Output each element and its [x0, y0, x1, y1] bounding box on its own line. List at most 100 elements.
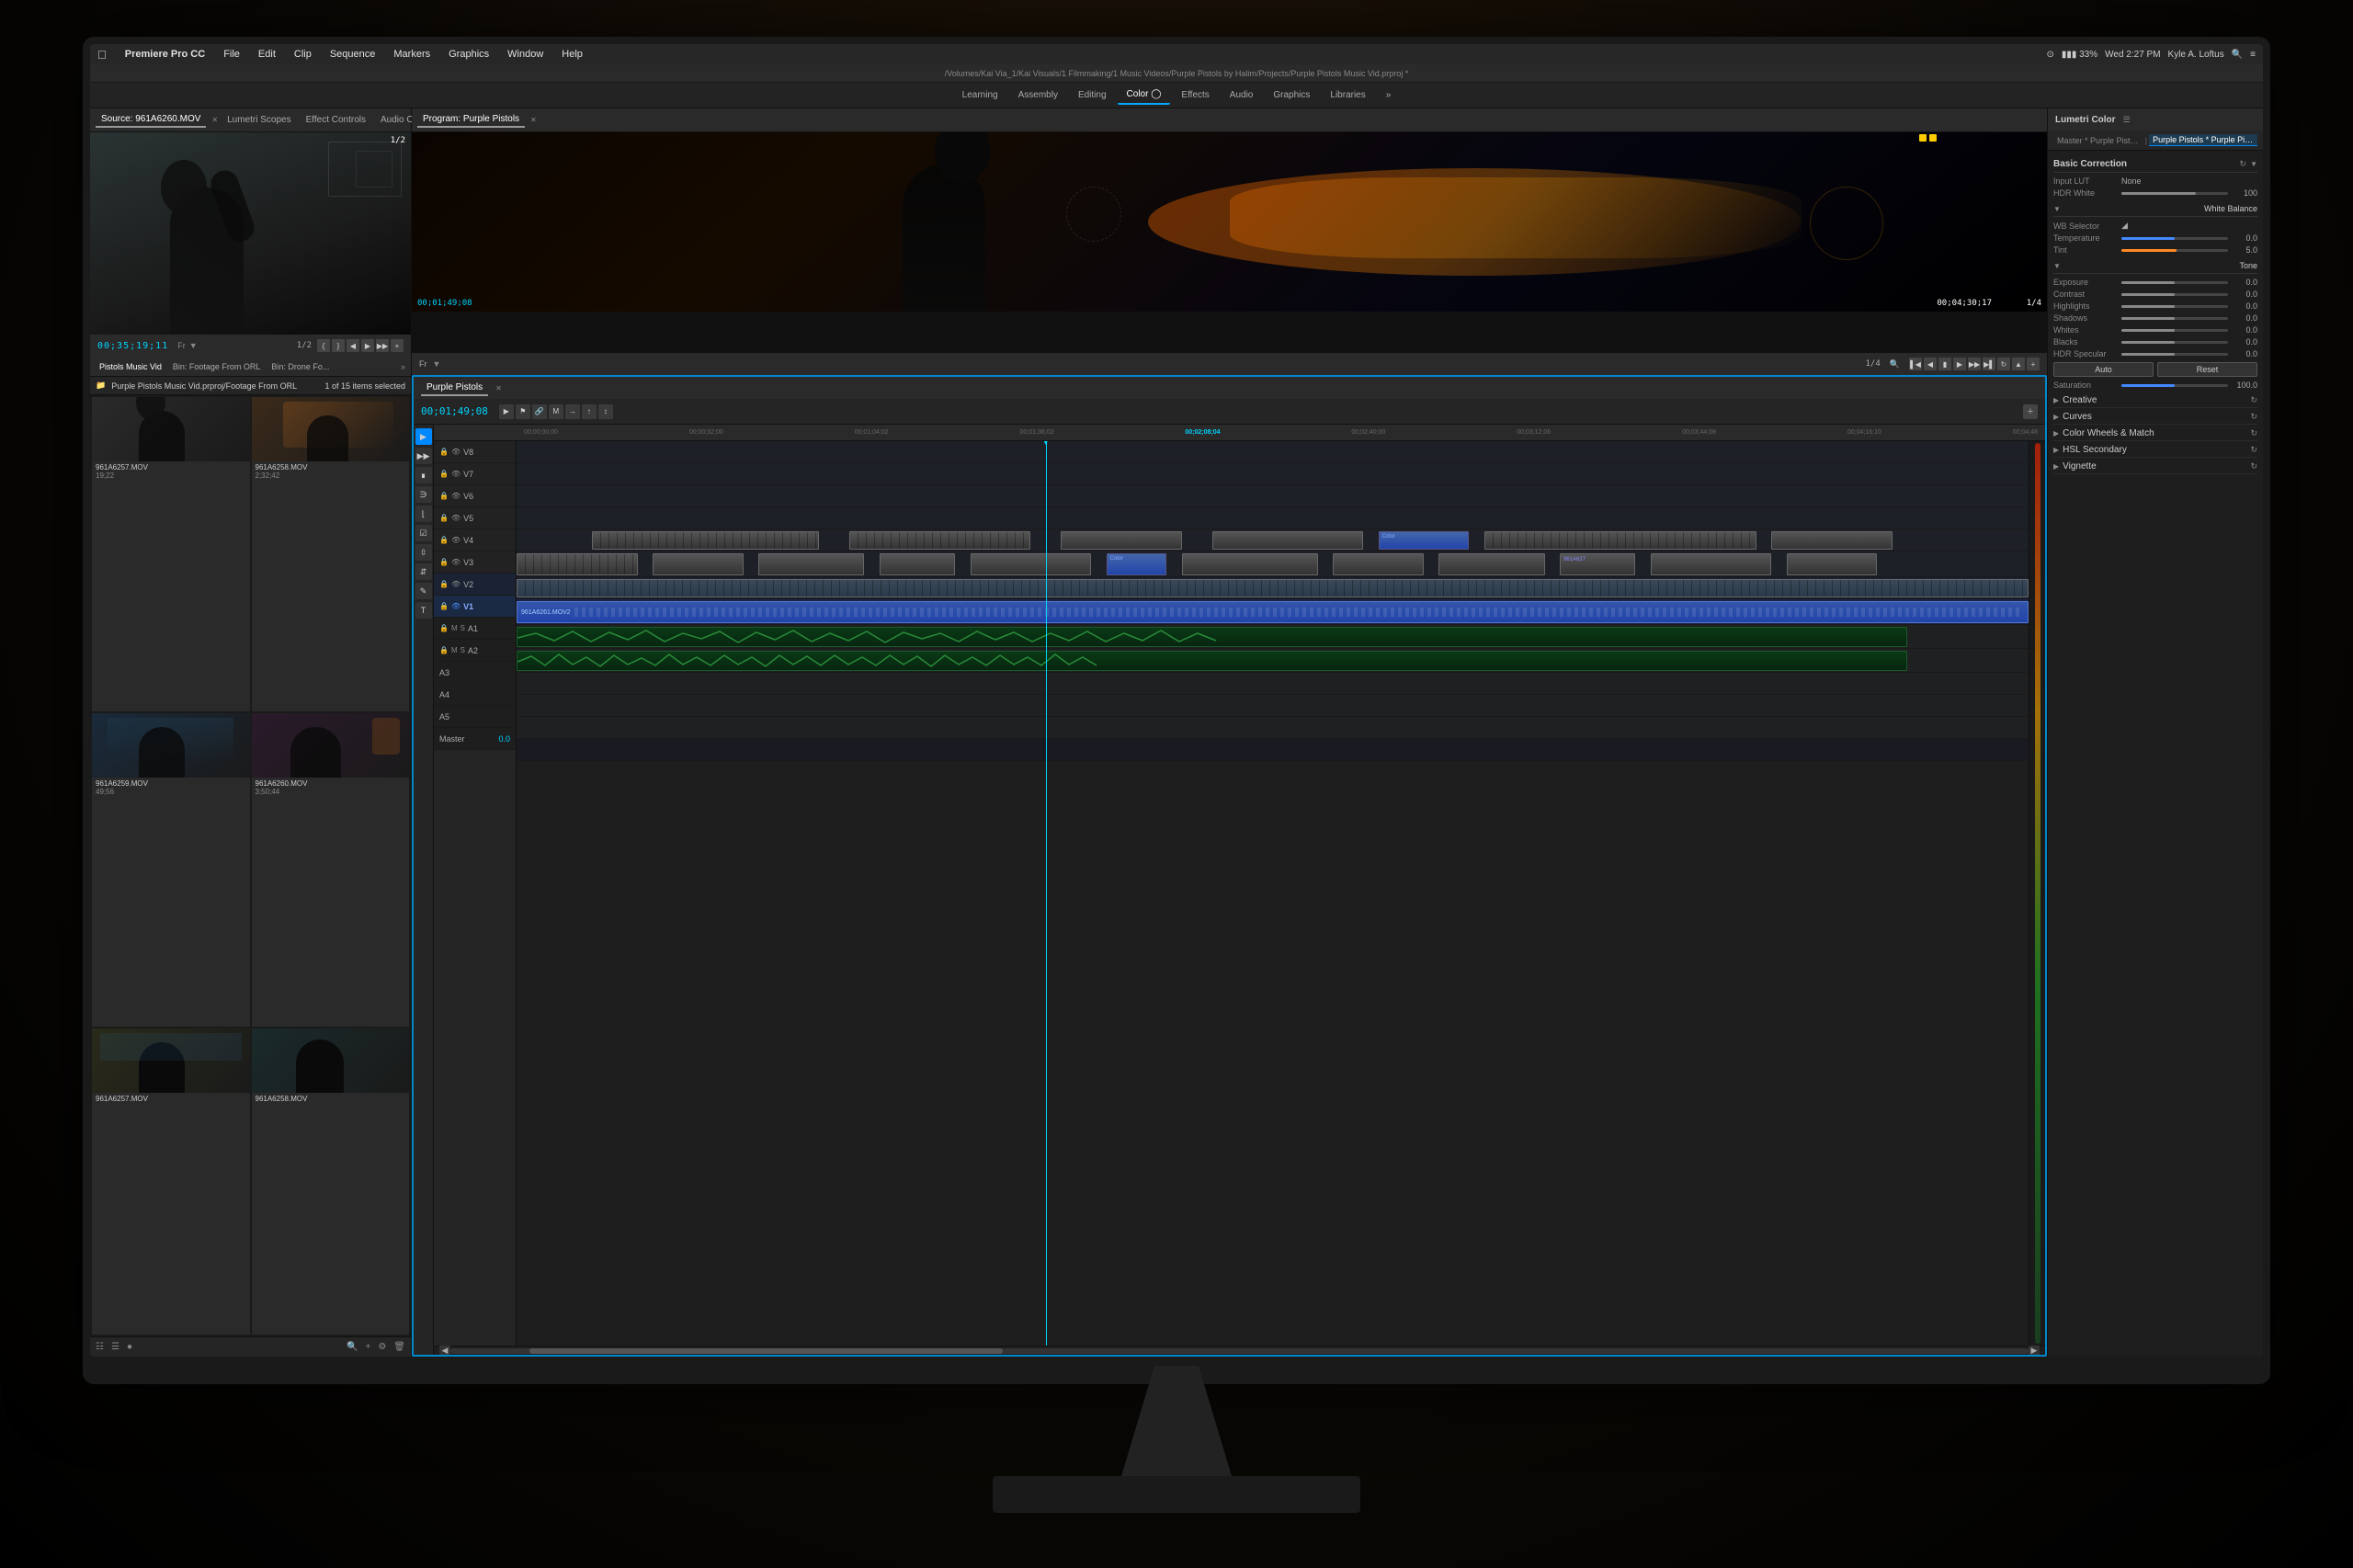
track-lock-v6[interactable]: 🔒 [439, 492, 449, 500]
track-eye-v2[interactable]: 👁 [451, 580, 460, 588]
lumetri-section-creative[interactable]: ▶ Creative ↻ [2053, 393, 2257, 408]
track-lock-v7[interactable]: 🔒 [439, 470, 449, 478]
track-mute-a1[interactable]: M [451, 624, 458, 632]
source-btn-mark-out[interactable]: } [332, 339, 345, 352]
track-row-a1[interactable] [517, 625, 2029, 649]
source-tab-close[interactable]: ✕ [211, 116, 218, 124]
source-btn-play[interactable]: ▶ [361, 339, 374, 352]
highlights-slider[interactable] [2121, 305, 2228, 308]
lumetri-section-hsl[interactable]: ▶ HSL Secondary ↻ [2053, 443, 2257, 458]
bin-tab-drone[interactable]: Bin: Drone Fo... [267, 361, 333, 372]
tool-slip[interactable]: ⇳ [415, 544, 432, 561]
tl-tool-extract[interactable]: ↕ [598, 404, 613, 419]
clip-v4-2[interactable] [849, 531, 1030, 550]
tl-tool-link[interactable]: 🔗 [532, 404, 547, 419]
source-btn-prev[interactable]: ◀ [347, 339, 359, 352]
track-eye-v8[interactable]: 👁 [451, 448, 460, 456]
whites-slider[interactable] [2121, 329, 2228, 332]
curves-reset[interactable]: ↻ [2250, 412, 2257, 422]
clip-v3-9[interactable]: 961A627 [1560, 553, 1635, 575]
whites-value[interactable]: 0.0 [2232, 325, 2257, 335]
source-transport-btns[interactable]: { } ◀ ▶ ▶▶ + [317, 339, 404, 352]
clip-v4-3[interactable] [1061, 531, 1182, 550]
prog-btn-add[interactable]: + [2027, 358, 2040, 370]
clip-v3-4[interactable] [880, 553, 955, 575]
track-eye-v6[interactable]: 👁 [451, 492, 460, 500]
clip-v2-main[interactable] [517, 579, 2029, 597]
scroll-left-btn[interactable]: ◀ [439, 1346, 450, 1356]
source-fps-chevron[interactable]: ▼ [189, 341, 198, 350]
menu-search-icon[interactable]: 🔍 [2232, 50, 2243, 60]
lumetri-section-colorwheels[interactable]: ▶ Color Wheels & Match ↻ [2053, 426, 2257, 441]
bin-tab-footage[interactable]: Bin: Footage From ORL [169, 361, 265, 372]
timeline-scroll[interactable]: ◀ ▶ [434, 1346, 2045, 1355]
scroll-thumb[interactable] [529, 1348, 1003, 1354]
menu-window[interactable]: Window [504, 49, 547, 60]
input-lut-value[interactable]: None [2121, 176, 2257, 186]
auto-btn[interactable]: Auto [2053, 362, 2154, 377]
tool-slide[interactable]: ⇵ [415, 563, 432, 580]
tab-learning[interactable]: Learning [953, 86, 1007, 104]
tl-tool-insert[interactable]: → [565, 404, 580, 419]
source-btn-add[interactable]: + [391, 339, 404, 352]
hdr-specular-value[interactable]: 0.0 [2232, 349, 2257, 358]
track-eye-v1[interactable]: 👁 [451, 602, 460, 610]
reset-icon[interactable]: ↻ [2240, 159, 2247, 169]
lumetri-section-vignette[interactable]: ▶ Vignette ↻ [2053, 460, 2257, 474]
footer-meta-icon[interactable]: ● [127, 1342, 132, 1352]
track-mute-a2[interactable]: M [451, 646, 458, 654]
tl-tool-lift[interactable]: ↑ [582, 404, 597, 419]
prog-btn-stop[interactable]: ▮ [1938, 358, 1951, 370]
exposure-slider[interactable] [2121, 281, 2228, 284]
track-row-a2[interactable] [517, 649, 2029, 673]
tl-timecode[interactable]: 00;01;49;08 [421, 405, 488, 417]
lumetri-menu-icon[interactable]: ☰ [2123, 115, 2131, 125]
prog-btn-play[interactable]: ▶ [1953, 358, 1966, 370]
menu-sequence[interactable]: Sequence [326, 49, 380, 60]
menu-file[interactable]: File [220, 49, 244, 60]
tool-ripple[interactable]: ∎ [415, 467, 432, 483]
clip-v3-2[interactable] [653, 553, 744, 575]
prog-btn-add-marker[interactable]: ▲ [2012, 358, 2025, 370]
track-eye-v4[interactable]: 👁 [451, 536, 460, 544]
tab-timeline[interactable]: Purple Pistols [421, 381, 488, 396]
saturation-value[interactable]: 100.0 [2232, 381, 2257, 390]
track-lock-a2[interactable]: 🔒 [439, 646, 449, 654]
tab-editing[interactable]: Editing [1069, 86, 1116, 104]
source-playback-controls[interactable]: Fr ▼ [177, 341, 199, 350]
menu-markers[interactable]: Markers [390, 49, 434, 60]
tl-tool-snap[interactable]: ⚑ [516, 404, 530, 419]
track-lock-v1[interactable]: 🔒 [439, 602, 449, 610]
track-row-v3[interactable]: Color 961A627 [517, 551, 2029, 577]
tab-more[interactable]: » [1377, 86, 1401, 104]
lumetri-tab-master[interactable]: Master * Purple Pistols.mp3 [2053, 135, 2143, 146]
contrast-slider[interactable] [2121, 293, 2228, 296]
track-lock-v4[interactable]: 🔒 [439, 536, 449, 544]
tab-program-monitor[interactable]: Program: Purple Pistols [417, 112, 525, 128]
tint-slider[interactable] [2121, 249, 2228, 252]
tab-graphics[interactable]: Graphics [1264, 86, 1319, 104]
clip-v3-8[interactable] [1438, 553, 1544, 575]
clip-v4-5[interactable] [1484, 531, 1756, 550]
list-item[interactable]: 961A6258.MOV 2;32;42 [252, 397, 410, 711]
track-lock-a1[interactable]: 🔒 [439, 624, 449, 632]
tab-effect-controls[interactable]: Effect Controls [301, 113, 371, 127]
shadows-value[interactable]: 0.0 [2232, 313, 2257, 323]
scroll-track[interactable] [450, 1348, 2029, 1354]
tl-add-track-btn[interactable]: + [2023, 404, 2038, 419]
prog-btn-next-edit[interactable]: ▶▌ [1983, 358, 1995, 370]
tab-lumetri-scopes[interactable]: Lumetri Scopes [222, 113, 296, 127]
track-eye-v5[interactable]: 👁 [451, 514, 460, 522]
track-lock-v3[interactable]: 🔒 [439, 558, 449, 566]
tab-audio[interactable]: Audio [1221, 86, 1263, 104]
tab-libraries[interactable]: Libraries [1321, 86, 1374, 104]
tool-roll[interactable]: ∋ [415, 486, 432, 503]
tool-track-select[interactable]: ▶▶ [415, 448, 432, 464]
prog-btn-loop[interactable]: ↻ [1997, 358, 2010, 370]
playhead[interactable] [1046, 441, 1047, 1346]
track-lock-v8[interactable]: 🔒 [439, 448, 449, 456]
menu-user[interactable]: Kyle A. Loftus [2168, 50, 2224, 60]
clip-v1-main[interactable]: 961A6261.MOV2 [517, 601, 2029, 623]
menu-help[interactable]: Help [558, 49, 586, 60]
prog-btn-prev-edit[interactable]: ▌◀ [1909, 358, 1922, 370]
